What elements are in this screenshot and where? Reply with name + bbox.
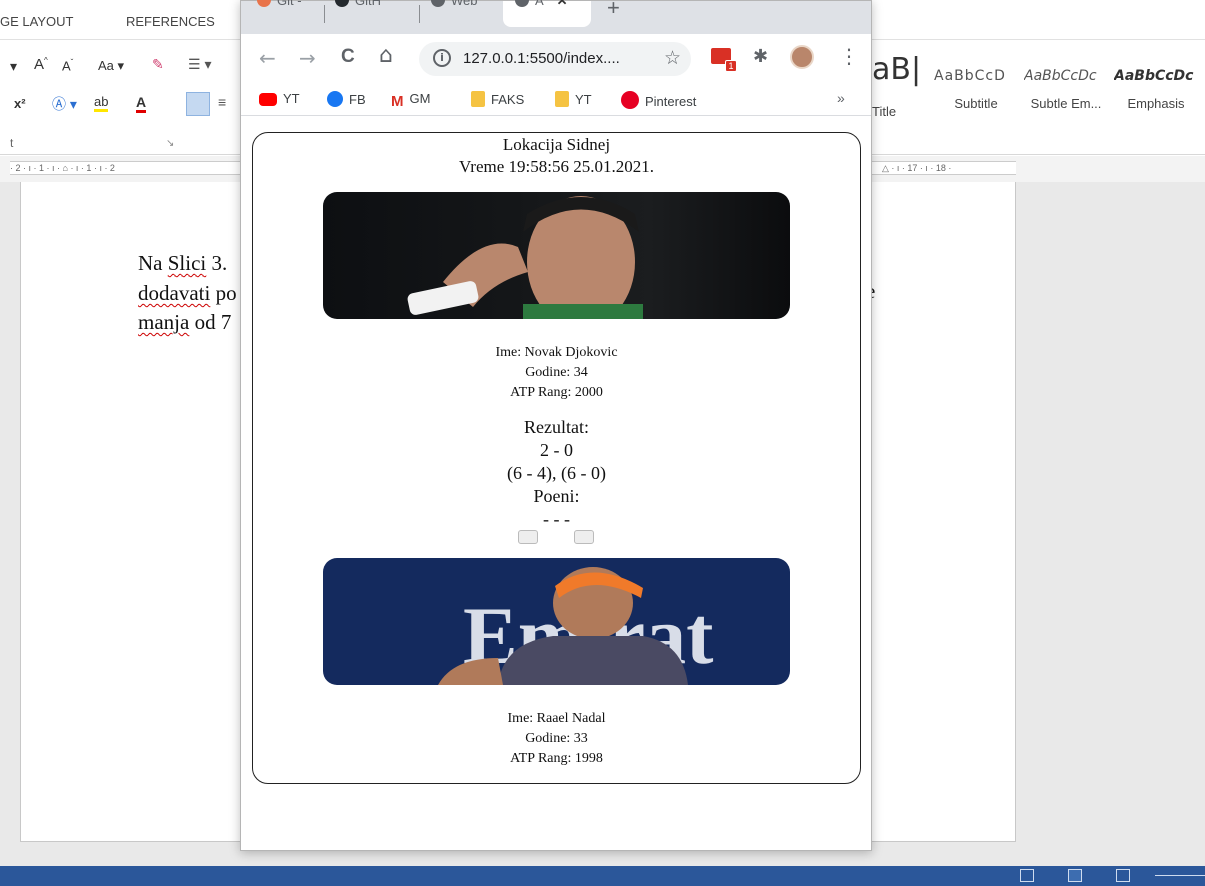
time-text: Vreme 19:58:56 25.01.2021. [459,157,654,176]
bookmark-yt-folder[interactable]: YT [555,91,592,107]
bookmarks-bar: YT FB M GM FAKS YT Pinterest » [241,84,871,116]
player2-photo: Emirat [323,558,790,685]
page-viewport: Lokacija Sidnej Vreme 19:58:56 25.01.202… [241,117,871,850]
bookmark-star-icon[interactable]: ☆ [664,47,681,70]
player1-age: Godine: 34 [525,365,588,380]
web-layout-icon[interactable] [1116,869,1130,882]
more-bookmarks-icon[interactable]: » [837,90,845,106]
bookmark-pinterest[interactable]: Pinterest [621,91,696,109]
site-info-icon[interactable]: i [433,49,451,67]
read-mode-icon[interactable] [1020,869,1034,882]
font-group-label: t [10,136,14,150]
gmail-icon: M [391,93,404,110]
bullets-icon[interactable]: ☰ ▾ [188,56,211,73]
player1-photo-art [407,196,643,319]
style-subtitle[interactable]: AaBbCcD Subtitle [930,62,1022,124]
player2-age: Godine: 33 [525,731,588,746]
point-button-player1[interactable] [518,530,538,544]
match-card: Lokacija Sidnej Vreme 19:58:56 25.01.202… [252,132,861,784]
browser-window: Git - GitH Web A ✕ + ← → C ⌂ i 127.0.0.1… [240,0,872,851]
close-tab-icon[interactable]: ✕ [557,0,568,8]
forward-icon[interactable]: → [299,46,316,70]
bookmark-fb[interactable]: FB [327,91,366,107]
pinterest-icon [621,91,639,109]
home-icon[interactable]: ⌂ [379,43,393,68]
web-globe-icon [431,0,445,7]
bookmark-faks[interactable]: FAKS [471,91,524,107]
style-subtle-emphasis[interactable]: AaBbCcDc Subtle Em... [1020,62,1112,124]
font-color-icon[interactable]: A [136,94,147,113]
font-size-dropdown-icon[interactable]: ▾ [10,58,17,75]
player2-rank: ATP Rang: 1998 [510,751,603,766]
result-label: Rezultat: [524,417,589,437]
tab-web[interactable]: Web [431,0,478,19]
web-globe-icon [515,0,529,7]
profile-avatar[interactable] [790,45,814,69]
text-effects-icon[interactable]: Ⓐ ▾ [52,94,77,114]
player2-photo-art: Emirat [438,567,713,685]
folder-icon [471,91,485,107]
print-layout-icon[interactable] [1068,869,1082,882]
player1-name: Ime: Novak Djokovic [495,345,618,360]
player1-rank: ATP Rang: 2000 [510,385,603,400]
ribbon-tab-references[interactable]: REFERENCES [126,14,215,29]
dialog-launcher-icon[interactable]: ↘ [166,138,174,149]
location-text: Lokacija Sidnej [502,135,611,154]
style-emphasis[interactable]: AaBbCcDc Emphasis [1110,62,1202,124]
screen: GE LAYOUT REFERENCES ▾ A^ Aˇ Aa ▾ ✎ ☰ ▾ … [0,0,1205,886]
player2-name: Ime: Raael Nadal [507,711,606,726]
url-text[interactable]: 127.0.0.1:5500/index.... [463,50,620,67]
back-icon[interactable]: ← [259,46,276,70]
reload-icon[interactable]: C [341,46,355,68]
result-value: 2 - 0 [540,440,573,460]
superscript-icon[interactable]: x² [14,96,26,111]
doc-line-1: Na Slici 3. [138,251,228,275]
zoom-slider[interactable] [1155,875,1205,876]
points-value: - - - [543,509,570,529]
clear-format-icon[interactable]: ✎ [152,56,164,73]
sets-value: (6 - 4), (6 - 0) [507,463,606,483]
align-left-icon[interactable] [186,92,210,116]
doc-line-2: dodavati po [138,281,237,305]
point-button-player2[interactable] [574,530,594,544]
shrink-font-icon[interactable]: Aˇ [62,58,73,73]
address-bar[interactable]: i 127.0.0.1:5500/index.... ☆ [419,42,691,76]
grow-font-icon[interactable]: A^ [34,56,48,73]
extension-badge: 1 [725,60,737,72]
browser-toolbar: ← → C ⌂ i 127.0.0.1:5500/index.... ☆ 1 ✱… [241,34,871,84]
git-icon [257,0,271,7]
points-label: Poeni: [533,486,580,506]
word-status-bar [0,866,1205,886]
new-tab-icon[interactable]: + [607,0,620,21]
tab-active[interactable]: A ✕ [503,0,591,27]
youtube-icon [259,93,277,106]
change-case-icon[interactable]: Aa ▾ [98,58,124,74]
highlight-icon[interactable]: ab [94,94,109,112]
folder-icon [555,91,569,107]
extensions-puzzle-icon[interactable]: ✱ [753,46,768,67]
tab-git[interactable]: Git - [257,0,302,19]
menu-icon[interactable]: ⋮ [839,44,859,68]
facebook-icon [327,91,343,107]
github-icon [335,0,349,7]
ribbon-tab-page-layout[interactable]: GE LAYOUT [0,14,73,29]
tab-github[interactable]: GitH [335,0,381,19]
align-center-icon[interactable]: ≡ [218,94,226,110]
player1-photo [323,192,790,319]
bookmark-yt[interactable]: YT [259,91,300,106]
ruler-left-section: · 2 · ı · 1 · ı · ⌂ · ı · 1 · ı · 2 [10,161,240,175]
tab-strip: Git - GitH Web A ✕ + [241,0,871,34]
doc-line-3: manja od 7 [138,310,232,334]
bookmark-gm[interactable]: M GM [391,91,430,110]
ruler-right-section: △ · ı · 17 · ı · 18 · [872,161,1016,175]
